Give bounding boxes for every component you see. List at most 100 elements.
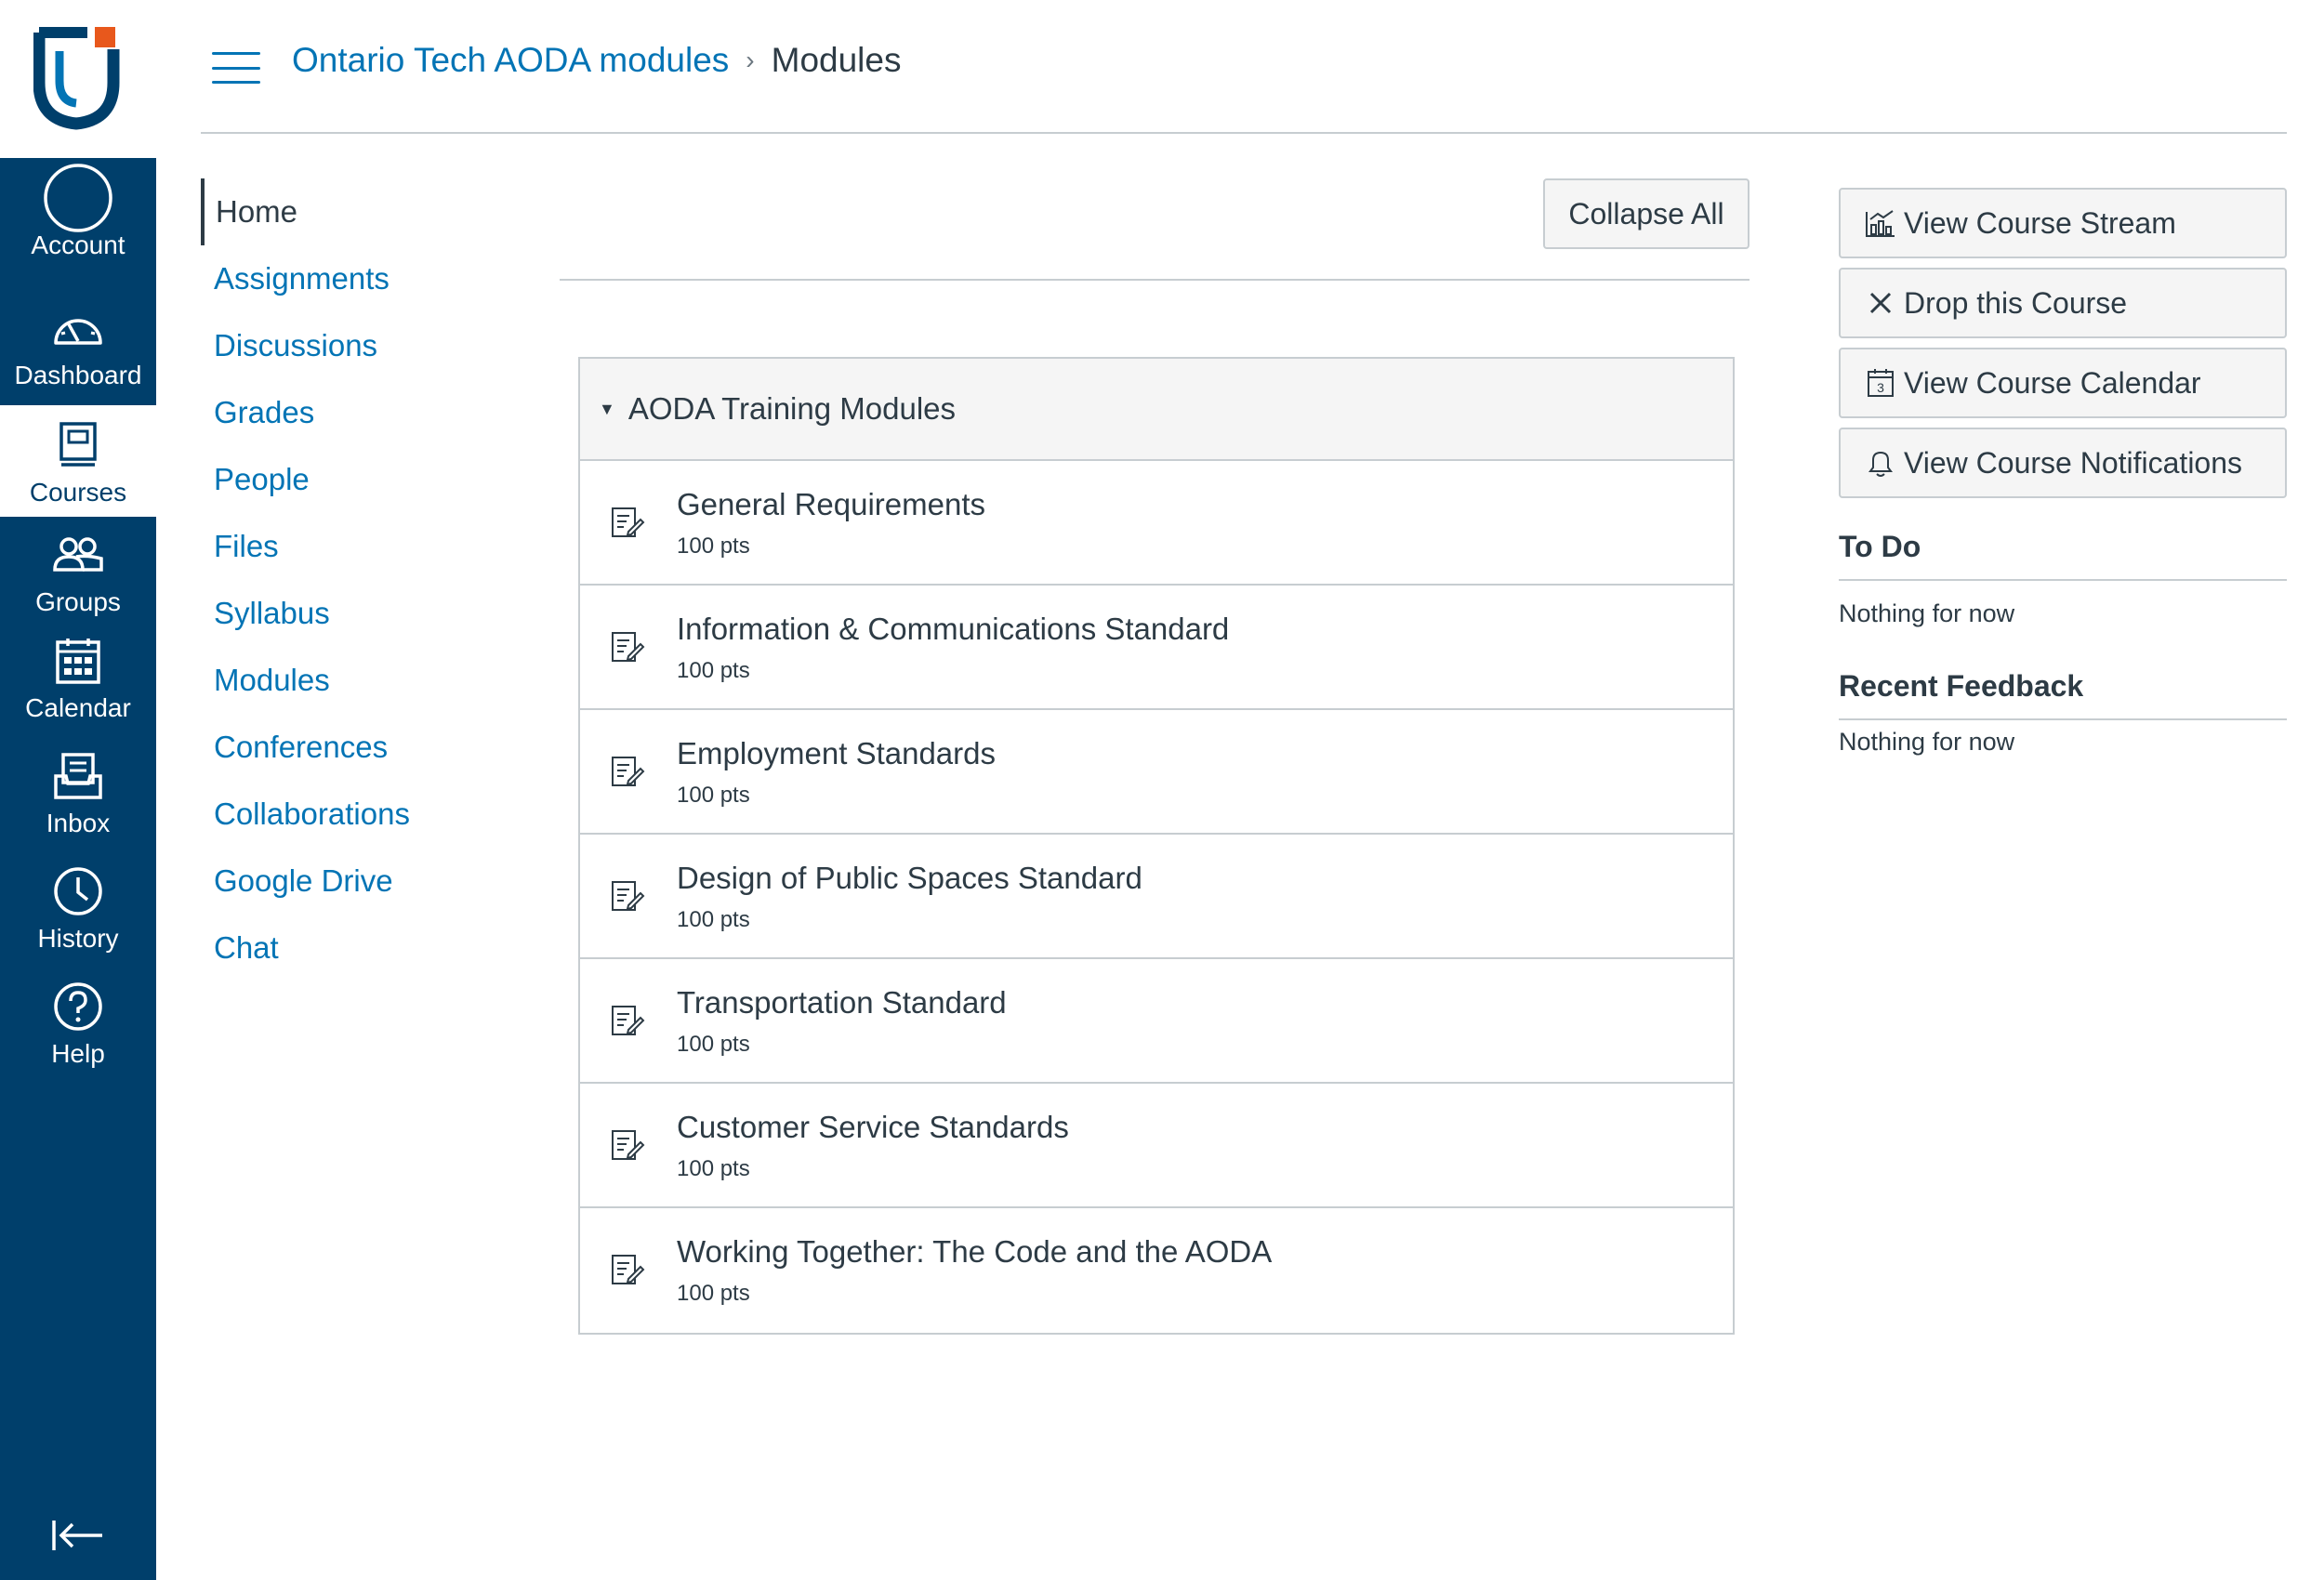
module-header[interactable]: ▼ AODA Training Modules	[580, 359, 1733, 461]
module-items-list: General Requirements 100 pts Information &…	[580, 461, 1733, 1333]
course-nav-conferences[interactable]: Conferences	[201, 714, 535, 781]
global-nav-label: Courses	[29, 478, 127, 507]
hamburger-line	[212, 81, 260, 84]
logo[interactable]	[0, 0, 156, 158]
global-nav-calendar[interactable]: Calendar	[0, 632, 156, 723]
drop-course-button[interactable]: Drop this Course	[1839, 268, 2287, 338]
course-nav-assignments[interactable]: Assignments	[201, 245, 535, 312]
history-clock-icon	[54, 867, 102, 915]
calendar-day-number: 3	[1877, 380, 1884, 395]
course-nav-google-drive[interactable]: Google Drive	[201, 848, 535, 915]
course-nav-grades[interactable]: Grades	[201, 379, 535, 446]
account-circle-icon	[44, 164, 112, 232]
module-item-points: 100 pts	[677, 658, 750, 683]
module-item-points: 100 pts	[677, 907, 750, 932]
module-item-title[interactable]: Transportation Standard	[677, 985, 1007, 1020]
module-item-points: 100 pts	[677, 533, 750, 559]
assignment-icon	[610, 1004, 645, 1039]
module-item-title[interactable]: Customer Service Standards	[677, 1110, 1069, 1145]
collapse-nav-button[interactable]	[50, 1519, 106, 1557]
side-button-label: View Course Calendar	[1904, 365, 2201, 400]
module-item[interactable]: Working Together: The Code and the AODA 1…	[580, 1208, 1733, 1333]
global-nav-dashboard[interactable]: Dashboard	[0, 299, 156, 390]
breadcrumb-separator-icon: ›	[746, 46, 755, 74]
global-nav-account[interactable]: Account	[0, 164, 156, 260]
recent-feedback-section: Recent Feedback Nothing for now	[1839, 669, 2287, 757]
module-item[interactable]: Information & Communications Standard 100…	[580, 586, 1733, 710]
courses-book-icon	[59, 422, 97, 467]
course-nav-syllabus[interactable]: Syllabus	[201, 580, 535, 647]
course-sidebar: View Course Stream Drop this Course 3 Vi…	[1839, 188, 2287, 757]
course-nav-home[interactable]: Home	[201, 178, 535, 245]
hamburger-line	[212, 52, 260, 55]
calendar-day-icon: 3	[1865, 367, 1896, 399]
side-button-label: View Course Stream	[1904, 205, 2176, 240]
assignment-icon	[610, 755, 645, 790]
todo-heading: To Do	[1839, 530, 2287, 581]
course-nav-people[interactable]: People	[201, 446, 535, 513]
collapse-caret-icon[interactable]: ▼	[599, 400, 615, 419]
module-item-points: 100 pts	[677, 783, 750, 808]
course-nav-discussions[interactable]: Discussions	[201, 312, 535, 379]
collapse-arrow-icon	[52, 1521, 102, 1550]
global-nav-label: Help	[51, 1039, 105, 1068]
global-nav-label: History	[37, 924, 119, 953]
module-item[interactable]: Customer Service Standards 100 pts	[580, 1084, 1733, 1208]
recent-feedback-heading: Recent Feedback	[1839, 669, 2287, 720]
view-course-stream-button[interactable]: View Course Stream	[1839, 188, 2287, 258]
content-divider	[560, 279, 1750, 281]
module-item-title[interactable]: Working Together: The Code and the AODA	[677, 1234, 1272, 1270]
module-item-points: 100 pts	[677, 1032, 750, 1057]
assignment-icon	[610, 879, 645, 915]
course-menu-toggle[interactable]	[212, 52, 260, 84]
assignment-icon	[610, 630, 645, 665]
global-nav-inbox[interactable]: Inbox	[0, 747, 156, 838]
close-x-icon	[1865, 287, 1896, 319]
course-nav-files[interactable]: Files	[201, 513, 535, 580]
side-button-label: Drop this Course	[1904, 285, 2128, 320]
breadcrumb-current: Modules	[771, 41, 902, 79]
breadcrumb-course-link[interactable]: Ontario Tech AODA modules	[292, 41, 729, 80]
module-item-title[interactable]: Information & Communications Standard	[677, 612, 1229, 647]
module-item[interactable]: General Requirements 100 pts	[580, 461, 1733, 586]
module-item-points: 100 pts	[677, 1281, 750, 1306]
course-nav-collaborations[interactable]: Collaborations	[201, 781, 535, 848]
global-nav-label: Inbox	[46, 809, 111, 837]
assignment-icon	[610, 506, 645, 541]
side-button-label: View Course Notifications	[1904, 445, 2243, 480]
module-item-title[interactable]: General Requirements	[677, 487, 985, 522]
global-nav-history[interactable]: History	[0, 862, 156, 954]
logo-mark-icon	[33, 27, 120, 130]
global-nav-label: Account	[31, 230, 125, 259]
todo-empty-text: Nothing for now	[1839, 599, 2015, 627]
global-nav-groups[interactable]: Groups	[0, 526, 156, 617]
course-nav: Home Assignments Discussions Grades Peop…	[201, 178, 535, 981]
course-nav-modules[interactable]: Modules	[201, 647, 535, 714]
dashboard-gauge-icon	[54, 319, 102, 345]
global-nav-label: Groups	[35, 587, 121, 616]
view-course-calendar-button[interactable]: 3 View Course Calendar	[1839, 348, 2287, 418]
view-course-notifications-button[interactable]: View Course Notifications	[1839, 428, 2287, 498]
module-item[interactable]: Employment Standards 100 pts	[580, 710, 1733, 835]
module-item[interactable]: Design of Public Spaces Standard 100 pts	[580, 835, 1733, 959]
bell-icon	[1865, 447, 1896, 479]
collapse-all-button[interactable]: Collapse All	[1543, 178, 1750, 249]
global-nav-courses[interactable]: Courses	[0, 405, 156, 517]
stream-chart-icon	[1865, 207, 1896, 239]
calendar-icon	[56, 639, 100, 684]
page-header: Ontario Tech AODA modules › Modules	[201, 0, 2287, 134]
assignment-icon	[610, 1253, 645, 1288]
hamburger-line	[212, 66, 260, 70]
global-nav-help[interactable]: Help	[0, 978, 156, 1069]
global-nav: Account Dashboard Courses Groups Calenda…	[0, 0, 156, 1580]
module-title: AODA Training Modules	[627, 391, 956, 426]
module-item-points: 100 pts	[677, 1156, 750, 1181]
module-item[interactable]: Transportation Standard 100 pts	[580, 959, 1733, 1084]
assignment-icon	[610, 1128, 645, 1164]
global-nav-label: Calendar	[25, 693, 131, 722]
help-question-icon	[54, 982, 102, 1031]
module-item-title[interactable]: Design of Public Spaces Standard	[677, 861, 1142, 896]
breadcrumb: Ontario Tech AODA modules › Modules	[292, 41, 901, 80]
module-item-title[interactable]: Employment Standards	[677, 736, 996, 771]
course-nav-chat[interactable]: Chat	[201, 915, 535, 981]
